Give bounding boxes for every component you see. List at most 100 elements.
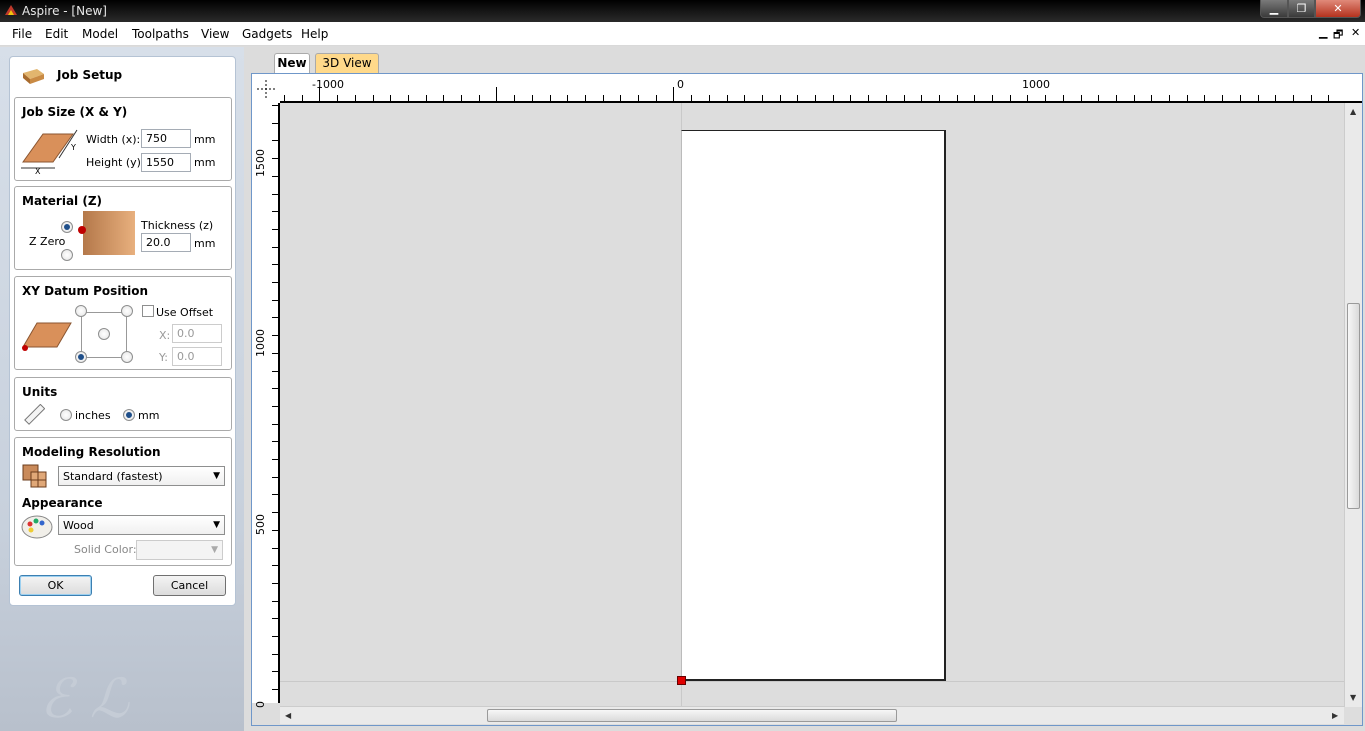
datum-top-left-radio[interactable] [75, 305, 87, 317]
tab-3d-view[interactable]: 3D View [315, 53, 379, 73]
minimize-button[interactable]: ▁ [1260, 0, 1288, 18]
2d-view[interactable]: -1000 0 1000 1500 1000 500 0 ▲ ▼ ◀ ▶ [251, 73, 1363, 726]
close-window-button[interactable]: ✕ [1315, 0, 1361, 18]
horizontal-scroll-thumb[interactable] [487, 709, 897, 722]
ruler-tick [956, 95, 958, 101]
ruler-tick [903, 95, 905, 101]
thickness-unit: mm [194, 237, 216, 250]
ruler-tick [850, 95, 852, 101]
vertical-ruler: 1500 1000 500 0 [252, 103, 280, 708]
ruler-tick [272, 282, 278, 283]
title-bar: Aspire - [New] ▁ ❐ ✕ [0, 0, 1365, 22]
ruler-tick [974, 95, 976, 101]
appearance-select[interactable]: Wood ▼ [58, 515, 225, 535]
thickness-input[interactable]: 20.0 [141, 233, 191, 252]
material-sheet[interactable] [681, 130, 946, 681]
resolution-appearance-group: Modeling Resolution Standard (fastest) ▼… [14, 437, 232, 566]
ruler-tick [1098, 95, 1100, 101]
width-input[interactable]: 750 [141, 129, 191, 148]
maximize-button[interactable]: ❐ [1288, 0, 1315, 18]
units-mm-radio[interactable] [123, 409, 135, 421]
horizontal-scrollbar[interactable]: ◀ ▶ [280, 706, 1344, 724]
menu-toolpaths[interactable]: Toolpaths [132, 27, 189, 41]
ruler-tick [1275, 95, 1277, 101]
z-zero-label: Z Zero [29, 235, 66, 248]
menu-file[interactable]: File [12, 27, 32, 41]
mdi-restore-button[interactable]: 🗗 [1333, 26, 1343, 45]
ruler-tick [272, 600, 278, 602]
ruler-label-0: 0 [677, 78, 684, 91]
use-offset-checkbox[interactable] [142, 305, 154, 317]
menu-help[interactable]: Help [301, 27, 328, 41]
document-tabs: New 3D View [244, 47, 1365, 73]
ruler-label-1000: 1000 [1022, 78, 1050, 91]
z-zero-bottom-radio[interactable] [61, 249, 73, 261]
ruler-tick [272, 512, 278, 514]
datum-bottom-left-radio[interactable] [75, 351, 87, 363]
ruler-tick [496, 87, 498, 101]
ruler-tick [744, 95, 746, 101]
chevron-down-icon: ▼ [213, 520, 220, 530]
mdi-minimize-button[interactable]: ▁ [1319, 26, 1327, 39]
solid-color-picker[interactable]: ▼ [136, 540, 223, 560]
ruler-tick [1186, 95, 1188, 101]
ruler-tick [638, 95, 639, 101]
menu-model[interactable]: Model [82, 27, 118, 41]
height-label: Height (y): [86, 156, 145, 169]
scroll-left-icon[interactable]: ◀ [285, 711, 291, 720]
use-offset-label: Use Offset [156, 306, 214, 319]
ruler-icon [24, 404, 45, 425]
ruler-tick [284, 95, 285, 101]
xy-datum-heading: XY Datum Position [22, 284, 149, 298]
ruler-tick [272, 317, 278, 319]
axis-x-label: X [35, 167, 41, 174]
datum-center-radio[interactable] [98, 328, 110, 340]
job-size-icon: X Y [21, 129, 78, 174]
menu-gadgets[interactable]: Gadgets [242, 27, 292, 41]
ruler-label-neg1000: -1000 [312, 78, 344, 91]
height-input[interactable]: 1550 [141, 153, 191, 172]
z-zero-top-radio[interactable] [61, 221, 73, 233]
menu-edit[interactable]: Edit [45, 27, 68, 41]
mdi-close-button[interactable]: ✕ [1351, 26, 1360, 39]
material-heading: Material (Z) [22, 194, 103, 208]
ruler-tick [272, 459, 278, 460]
offset-x-input[interactable]: 0.0 [172, 324, 222, 343]
ruler-tick [272, 423, 278, 425]
scroll-right-icon[interactable]: ▶ [1332, 711, 1338, 720]
scroll-up-icon[interactable]: ▲ [1350, 107, 1356, 116]
datum-bottom-right-radio[interactable] [121, 351, 133, 363]
ruler-tick [797, 95, 799, 101]
ruler-tick [531, 95, 533, 101]
origin-marker [677, 676, 686, 685]
ruler-tick [726, 95, 728, 101]
scroll-down-icon[interactable]: ▼ [1350, 693, 1356, 702]
ruler-tick [1151, 95, 1153, 101]
ruler-tick [272, 299, 278, 301]
offset-y-input[interactable]: 0.0 [172, 347, 222, 366]
tab-new[interactable]: New [274, 53, 310, 73]
vertical-scroll-thumb[interactable] [1347, 303, 1360, 509]
ruler-tick [319, 87, 321, 101]
decorative-carving-image: ℰ ℒ [40, 667, 129, 730]
ok-button[interactable]: OK [19, 575, 92, 596]
ruler-tick [372, 95, 374, 101]
datum-top-right-radio[interactable] [121, 305, 133, 317]
ruler-tick [272, 618, 278, 620]
ruler-tick [1045, 95, 1047, 101]
units-inches-radio[interactable] [60, 409, 72, 421]
cancel-button[interactable]: Cancel [153, 575, 226, 596]
ruler-label-1000v: 1000 [254, 329, 267, 357]
vertical-scrollbar[interactable]: ▲ ▼ [1344, 103, 1362, 707]
appearance-heading: Appearance [22, 496, 103, 510]
ruler-tick [272, 140, 278, 142]
horizontal-ruler: -1000 0 1000 [280, 74, 1362, 103]
ruler-tick [815, 95, 816, 101]
aspire-app-icon[interactable] [4, 3, 18, 17]
modeling-resolution-select[interactable]: Standard (fastest) ▼ [58, 466, 225, 486]
ruler-tick [272, 529, 278, 531]
job-size-group: Job Size (X & Y) X Y Width (x): 750 mm H… [14, 97, 232, 181]
ruler-label-500: 500 [254, 514, 267, 535]
menu-view[interactable]: View [201, 27, 229, 41]
origin-axis-horizontal [280, 681, 1344, 682]
